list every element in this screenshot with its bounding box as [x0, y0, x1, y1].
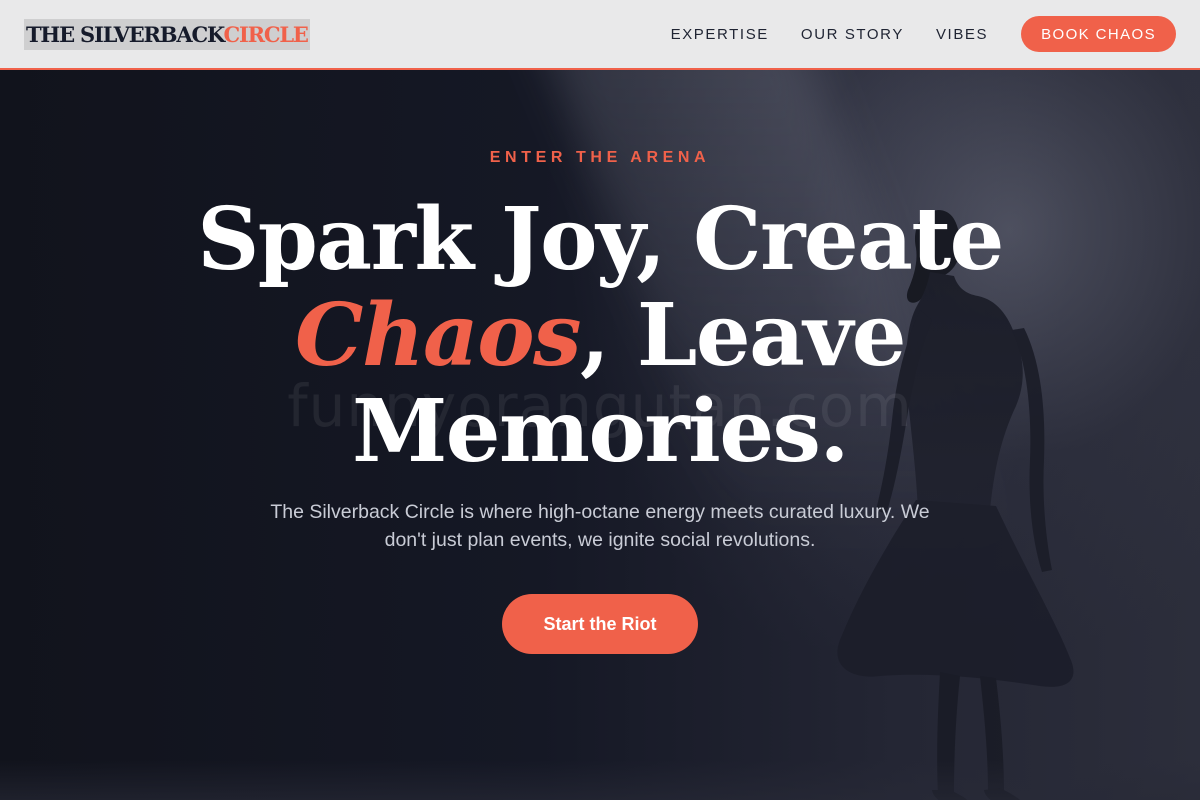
start-the-riot-button[interactable]: Start the Riot: [502, 594, 698, 654]
brand-name-accent: CIRCLE: [223, 21, 308, 47]
book-chaos-button[interactable]: BOOK CHAOS: [1021, 16, 1176, 52]
hero-section: funnyorangutan.com ENTER THE ARENA Spark…: [0, 70, 1200, 800]
hero-description: The Silverback Circle is where high-octa…: [270, 501, 930, 551]
nav-link-vibes[interactable]: VIBES: [936, 26, 988, 43]
brand-logo[interactable]: THE SILVERBACKCIRCLE: [24, 18, 310, 50]
main-nav: EXPERTISE OUR STORY VIBES BOOK CHAOS: [671, 16, 1176, 52]
site-header: THE SILVERBACKCIRCLE EXPERTISE OUR STORY…: [0, 0, 1200, 70]
brand-name-main: THE SILVERBACK: [26, 21, 225, 47]
stage-floor: [0, 760, 1200, 800]
hero-headline: Spark Joy, Create Chaos, Leave Memories.: [100, 192, 1100, 480]
headline-line-2: Chaos, Leave: [100, 288, 1100, 384]
headline-line-3: Memories.: [352, 381, 849, 482]
headline-line-1: Spark Joy, Create: [197, 189, 1004, 290]
headline-emphasis: Chaos: [295, 285, 581, 386]
headline-line-2-rest: , Leave: [580, 285, 906, 386]
nav-link-our-story[interactable]: OUR STORY: [801, 26, 904, 43]
hero-eyebrow: ENTER THE ARENA: [489, 149, 711, 166]
nav-link-expertise[interactable]: EXPERTISE: [671, 26, 769, 43]
